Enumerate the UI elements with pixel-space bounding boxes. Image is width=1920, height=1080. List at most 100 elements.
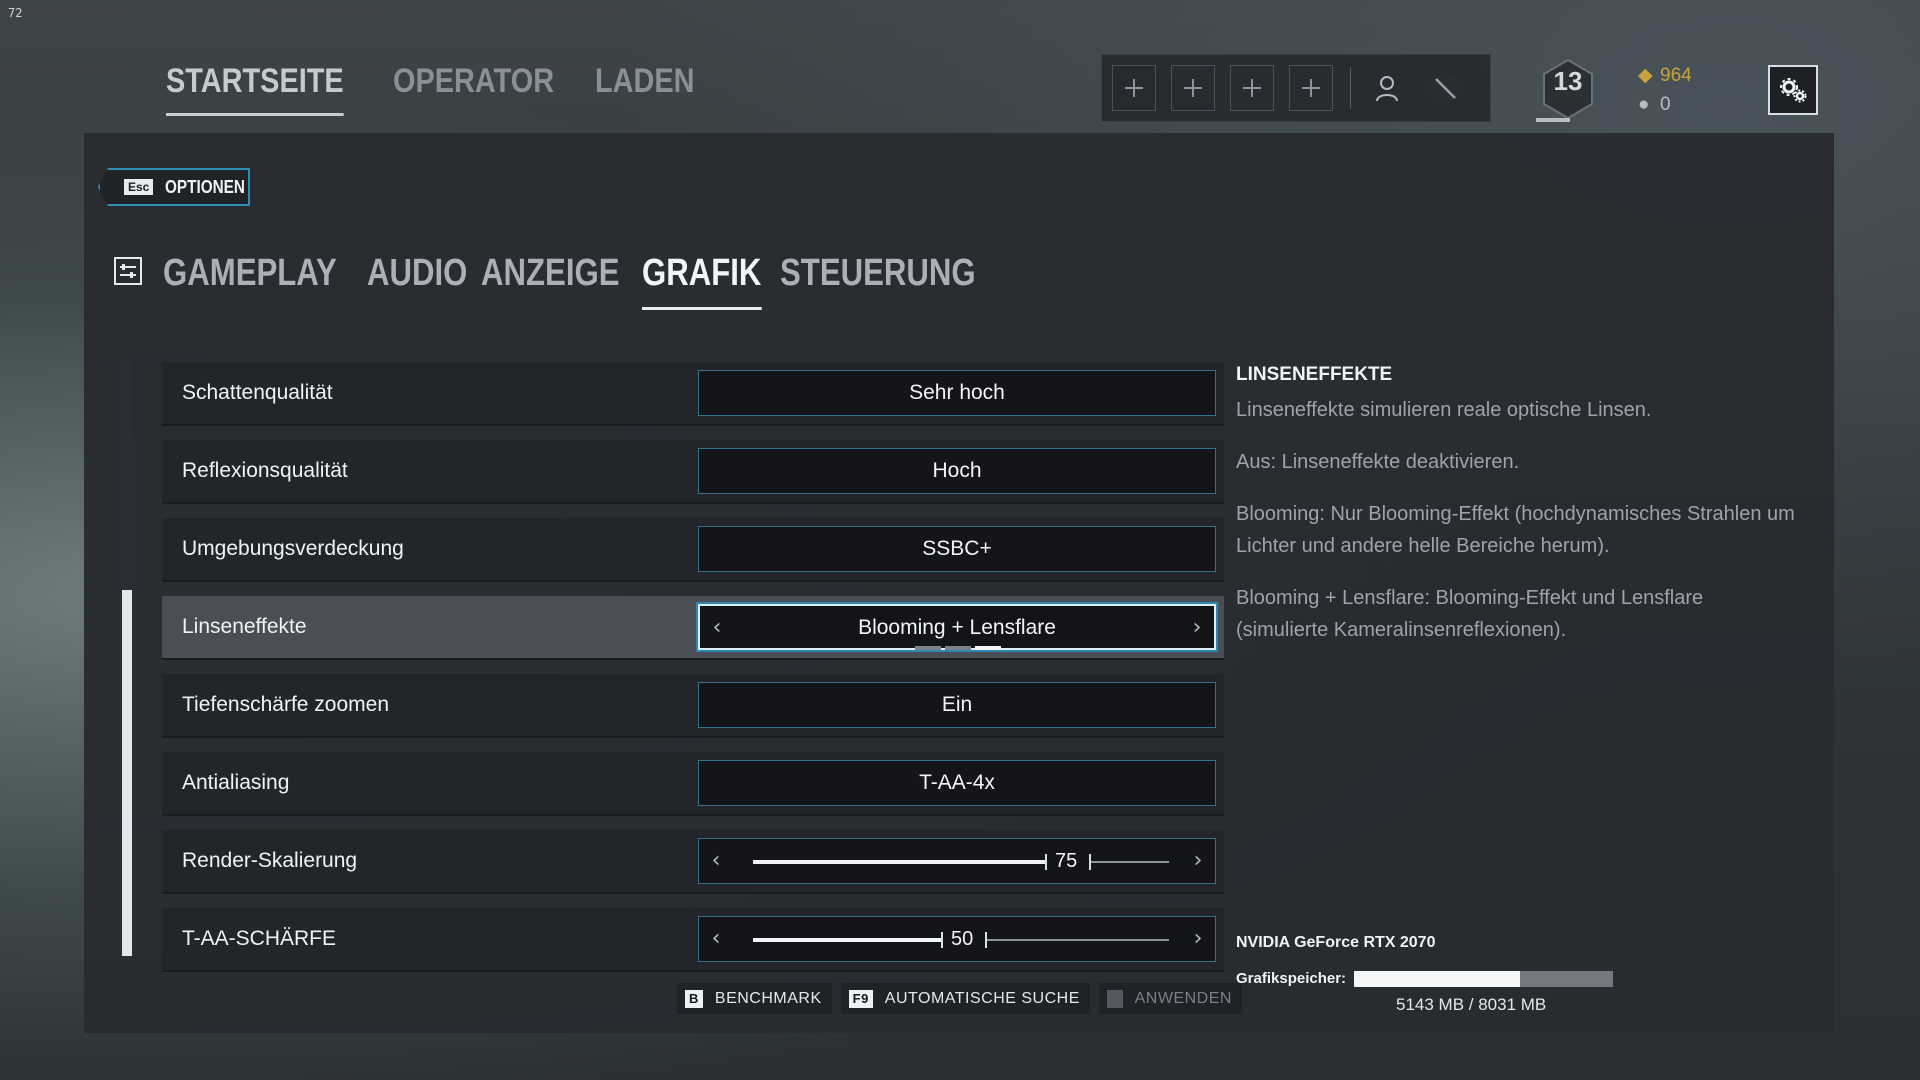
top-navigation: STARTSEITE OPERATOR LADEN — [166, 62, 712, 116]
setting-label: Antialiasing — [182, 771, 290, 794]
gpu-name: NVIDIA GeForce RTX 2070 — [1236, 934, 1436, 951]
back-button[interactable]: Esc OPTIONEN — [98, 168, 250, 206]
auto-detect-button[interactable]: F9 AUTOMATISCHE SUCHE — [840, 983, 1090, 1014]
slider-track — [1091, 861, 1169, 863]
esc-key: Esc — [124, 179, 154, 195]
description-text: Linseneffekte simulieren reale optische … — [1236, 399, 1652, 421]
tab-grafik[interactable]: GRAFIK — [642, 252, 762, 310]
nav-laden[interactable]: LADEN — [595, 62, 695, 116]
setting-row-umgebungsverdeckung[interactable]: Umgebungsverdeckung SSBC+ — [162, 518, 1224, 582]
squad-slot-add[interactable] — [1289, 65, 1333, 111]
nav-startseite[interactable]: STARTSEITE — [166, 62, 344, 116]
setting-label: Linseneffekte — [182, 615, 307, 638]
setting-row-render-skalierung[interactable]: Render-Skalierung ‹ 75 › — [162, 830, 1224, 894]
chevron-right-icon[interactable]: › — [1183, 839, 1213, 883]
setting-label: Schattenqualität — [182, 381, 333, 404]
key-hint: F9 — [848, 989, 873, 1008]
action-buttons: B BENCHMARK F9 AUTOMATISCHE SUCHE _ ANWENDE… — [677, 983, 1242, 1014]
apply-button[interactable]: _ ANWENDEN — [1098, 983, 1242, 1014]
settings-list: Schattenqualität Sehr hoch Reflexionsqua… — [162, 362, 1224, 986]
credits-icon: ● — [1638, 94, 1650, 115]
renown-value: 964 — [1660, 65, 1692, 86]
level-progress-fill — [1536, 118, 1571, 122]
fps-counter: 72 — [8, 6, 23, 20]
option-dot — [975, 646, 1001, 650]
setting-label: Tiefenschärfe zoomen — [182, 693, 389, 716]
slider-tick — [1045, 854, 1047, 870]
setting-description: LINSENEFFEKTE Linseneffekte simulieren r… — [1236, 364, 1796, 676]
chevron-left-icon[interactable]: ‹ — [701, 839, 731, 883]
setting-label: T-AA-SCHÄRFE — [182, 927, 337, 950]
option-dot — [915, 646, 941, 650]
taa-sharpness-slider[interactable]: ‹ 50 › — [698, 916, 1216, 962]
slash-icon[interactable] — [1427, 70, 1463, 106]
divider — [1350, 67, 1351, 109]
description-title: LINSENEFFEKTE — [1236, 364, 1393, 385]
description-text: Blooming: Nur Blooming-Effekt (hochdynam… — [1236, 503, 1795, 557]
squad-slot-add[interactable] — [1171, 65, 1215, 111]
vram-usage-bar — [1354, 971, 1613, 987]
option-indicator — [915, 646, 1001, 650]
description-text: Aus: Linseneffekte deaktivieren. — [1236, 451, 1520, 473]
setting-selector[interactable]: ‹ Blooming + Lensflare › — [698, 604, 1216, 650]
options-menu-icon[interactable] — [113, 256, 143, 286]
person-icon[interactable] — [1369, 70, 1405, 106]
chevron-right-icon[interactable]: › — [1183, 917, 1213, 961]
description-text: Blooming + Lensflare: Blooming-Effekt un… — [1236, 587, 1704, 641]
nav-operator[interactable]: OPERATOR — [393, 62, 554, 116]
vram-usage-text: 5143 MB / 8031 MB — [1396, 995, 1547, 1014]
setting-row-reflexionsqualitaet[interactable]: Reflexionsqualität Hoch — [162, 440, 1224, 504]
setting-row-taa-schaerfe[interactable]: T-AA-SCHÄRFE ‹ 50 › — [162, 908, 1224, 972]
setting-row-linseneffekte[interactable]: Linseneffekte ‹ Blooming + Lensflare › — [162, 596, 1224, 660]
setting-row-tiefenschaerfe[interactable]: Tiefenschärfe zoomen Ein — [162, 674, 1224, 738]
renown-counter: ◆ 964 — [1638, 64, 1692, 87]
button-label: ANWENDEN — [1134, 989, 1232, 1007]
render-scale-slider[interactable]: ‹ 75 › — [698, 838, 1216, 884]
renown-icon: ◆ — [1638, 65, 1653, 86]
button-label: AUTOMATISCHE SUCHE — [884, 989, 1080, 1007]
setting-label: Render-Skalierung — [182, 849, 358, 872]
setting-selector[interactable]: SSBC+ — [698, 526, 1216, 572]
slider-tick — [941, 932, 943, 948]
credits-counter: ● 0 — [1638, 94, 1671, 116]
button-label: BENCHMARK — [714, 989, 822, 1007]
setting-value: Blooming + Lensflare — [858, 616, 1056, 639]
setting-selector[interactable]: Ein — [698, 682, 1216, 728]
options-tabs: GAMEPLAY AUDIO ANZEIGE GRAFIK STEUERUNG — [113, 252, 1010, 310]
setting-label: Umgebungsverdeckung — [182, 537, 404, 560]
settings-button[interactable] — [1768, 65, 1818, 115]
option-dot — [945, 646, 971, 650]
scrollbar-thumb[interactable] — [122, 590, 132, 956]
chevron-right-icon[interactable]: › — [1182, 606, 1212, 650]
setting-row-antialiasing[interactable]: Antialiasing T-AA-4x — [162, 752, 1224, 816]
chevron-left-icon[interactable]: ‹ — [701, 917, 731, 961]
setting-selector[interactable]: Hoch — [698, 448, 1216, 494]
setting-value: Hoch — [932, 459, 982, 482]
setting-label: Reflexionsqualität — [182, 459, 348, 482]
squad-panel — [1101, 54, 1491, 122]
squad-slot-add[interactable] — [1112, 65, 1156, 111]
tab-audio[interactable]: AUDIO — [367, 252, 467, 307]
key-hint: B — [685, 989, 703, 1008]
slider-fill — [753, 860, 1045, 864]
slider-track — [987, 939, 1169, 941]
setting-row-schattenqualitaet[interactable]: Schattenqualität Sehr hoch — [162, 362, 1224, 426]
key-hint: _ — [1106, 989, 1123, 1008]
squad-slot-add[interactable] — [1230, 65, 1274, 111]
benchmark-button[interactable]: B BENCHMARK — [677, 983, 832, 1014]
setting-selector[interactable]: T-AA-4x — [698, 760, 1216, 806]
slider-fill — [753, 938, 941, 942]
setting-value: Sehr hoch — [909, 381, 1005, 404]
setting-value: T-AA-4x — [919, 771, 995, 794]
setting-value: Ein — [941, 693, 973, 716]
tab-steuerung[interactable]: STEUERUNG — [780, 252, 976, 307]
credits-value: 0 — [1660, 94, 1671, 115]
setting-value: SSBC+ — [922, 537, 992, 560]
player-level[interactable]: 13 — [1540, 58, 1596, 124]
vram-usage-fill — [1354, 971, 1520, 987]
tab-anzeige[interactable]: ANZEIGE — [481, 252, 620, 307]
vram-label: Grafikspeicher: — [1236, 970, 1347, 987]
tab-gameplay[interactable]: GAMEPLAY — [163, 252, 337, 307]
back-label: OPTIONEN — [165, 176, 246, 197]
setting-selector[interactable]: Sehr hoch — [698, 370, 1216, 416]
